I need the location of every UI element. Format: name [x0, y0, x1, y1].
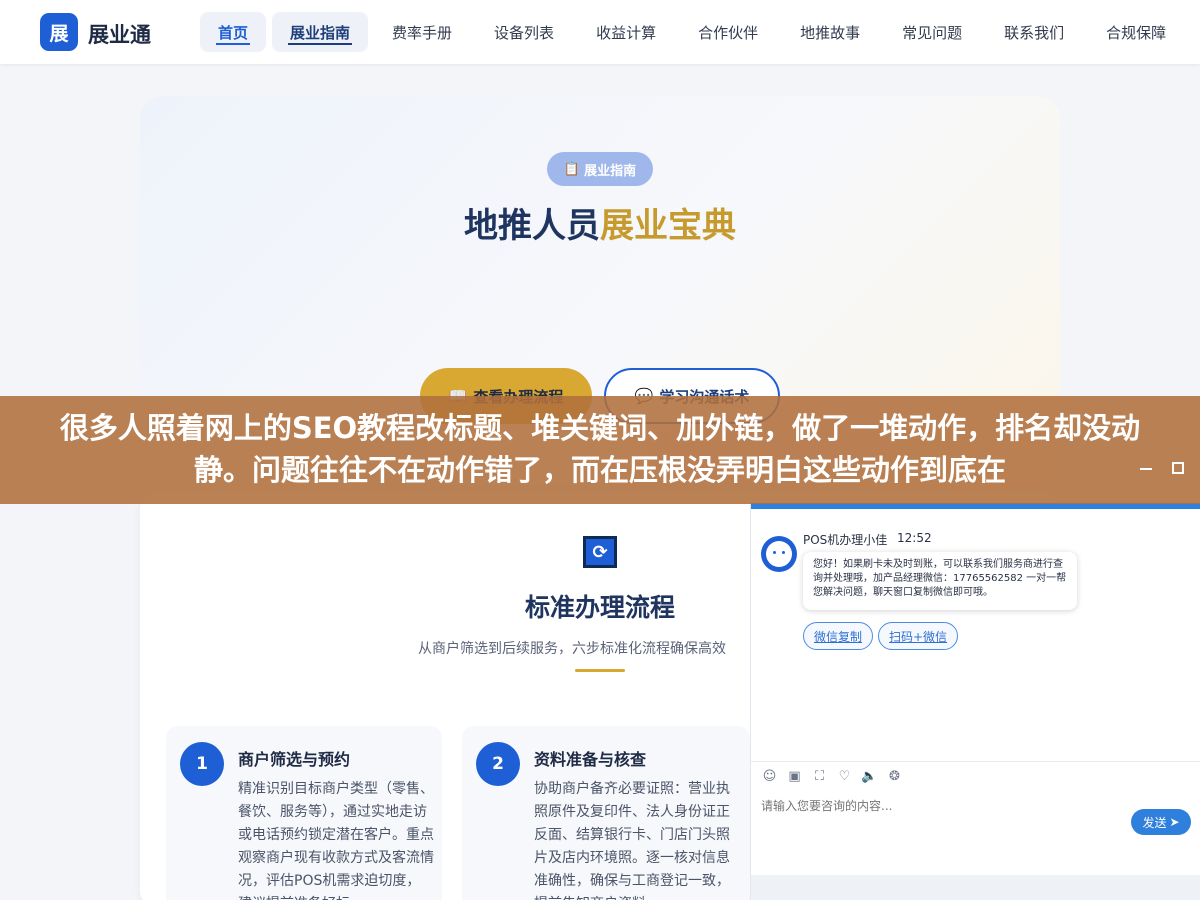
top-header: 展 展业通 首页 展业指南 费率手册 设备列表 收益计算 合作伙伴 地推故事 常… [0, 0, 1200, 64]
more-chat-icon[interactable]: ❂ [886, 768, 903, 785]
clipboard-icon: 📋 [563, 161, 581, 177]
step-title: 商户筛选与预约 [238, 750, 351, 769]
main-nav: 首页 展业指南 费率手册 设备列表 收益计算 合作伙伴 地推故事 常见问题 联系… [200, 12, 1184, 52]
overlay-banner: 很多人照着网上的SEO教程改标题、堆关键词、加外链，做了一堆动作，排名却没动静。… [0, 396, 1200, 504]
nav-faq[interactable]: 常见问题 [884, 12, 980, 52]
nav-partners[interactable]: 合作伙伴 [680, 12, 776, 52]
nav-guide[interactable]: 展业指南 [272, 12, 369, 52]
nav-calculator[interactable]: 收益计算 [578, 12, 674, 52]
step-card: 1 商户筛选与预约 精准识别目标商户类型（零售、餐饮、服务等），通过实地走访或电… [166, 726, 442, 900]
brand-name[interactable]: 展业通 [88, 19, 151, 49]
chat-footer [751, 875, 1200, 900]
sync-icon: ⟳ [583, 536, 617, 568]
hero-title-accent: 展业宝典 [600, 206, 736, 246]
nav-stories[interactable]: 地推故事 [782, 12, 878, 52]
screenshot-icon[interactable]: ⛶ [811, 768, 828, 785]
chat-input[interactable] [761, 799, 1061, 813]
chat-message: 您好！如果刷卡未及时到账，可以联系我们服务商进行查询并处理哦，加产品经理微信：1… [803, 552, 1077, 610]
step-title: 资料准备与核查 [534, 750, 647, 769]
image-icon[interactable]: ▣ [786, 768, 803, 785]
send-label: 发送 [1142, 815, 1167, 830]
scan-wechat-button[interactable]: 扫码+微信 [878, 622, 959, 650]
step-card: 2 资料准备与核查 协助商户备齐必要证照：营业执照原件及复印件、法人身份证正反面… [462, 726, 750, 900]
hero-badge: 📋 展业指南 [547, 152, 653, 186]
avatar-face-icon [766, 541, 792, 567]
sound-icon[interactable]: 🔈 [861, 768, 878, 785]
nav-contact[interactable]: 联系我们 [986, 12, 1082, 52]
rate-icon[interactable]: ♡ [836, 768, 853, 785]
send-icon: ➤ [1169, 815, 1180, 829]
section-subtitle: 从商户筛选到后续服务，六步标准化流程确保高效 [418, 641, 726, 657]
hero-title-main: 地推人员 [464, 206, 600, 246]
chat-timestamp: 12:52 [897, 531, 932, 545]
nav-home[interactable]: 首页 [200, 12, 267, 52]
agent-avatar [761, 536, 797, 572]
send-button[interactable]: 发送 ➤ [1131, 809, 1191, 835]
banner-text: 很多人照着网上的SEO教程改标题、堆关键词、加外链，做了一堆动作，排名却没动静。… [59, 411, 1141, 487]
logo-char: 展 [49, 22, 69, 45]
logo[interactable]: 展 [40, 13, 78, 51]
nav-devices[interactable]: 设备列表 [476, 12, 572, 52]
chat-agent-name: POS机办理小佳 [803, 533, 888, 547]
section-divider [575, 669, 625, 672]
chat-widget: POS机办理小佳 12:52 您好！如果刷卡未及时到账，可以联系我们服务商进行查… [750, 503, 1200, 900]
step-number: 1 [180, 742, 224, 786]
hero-title: 地推人员展业宝典 [0, 198, 1200, 247]
maximize-icon[interactable] [1172, 462, 1184, 474]
nav-rates[interactable]: 费率手册 [374, 12, 470, 52]
chat-toolbar: ☺ ▣ ⛶ ♡ 🔈 ❂ [751, 761, 1200, 791]
copy-wechat-button[interactable]: 微信复制 [803, 622, 874, 650]
section-title: 标准办理流程 [524, 593, 675, 622]
nav-compliance[interactable]: 合规保障 [1088, 12, 1184, 52]
emoji-icon[interactable]: ☺ [761, 768, 778, 785]
minimize-icon[interactable] [1140, 468, 1152, 470]
step-body: 精准识别目标商户类型（零售、餐饮、服务等），通过实地走访或电话预约锁定潜在客户。… [238, 781, 434, 900]
hero-badge-label: 展业指南 [584, 163, 637, 179]
step-body: 协助商户备齐必要证照：营业执照原件及复印件、法人身份证正反面、结算银行卡、门店门… [534, 781, 730, 900]
step-number: 2 [476, 742, 520, 786]
